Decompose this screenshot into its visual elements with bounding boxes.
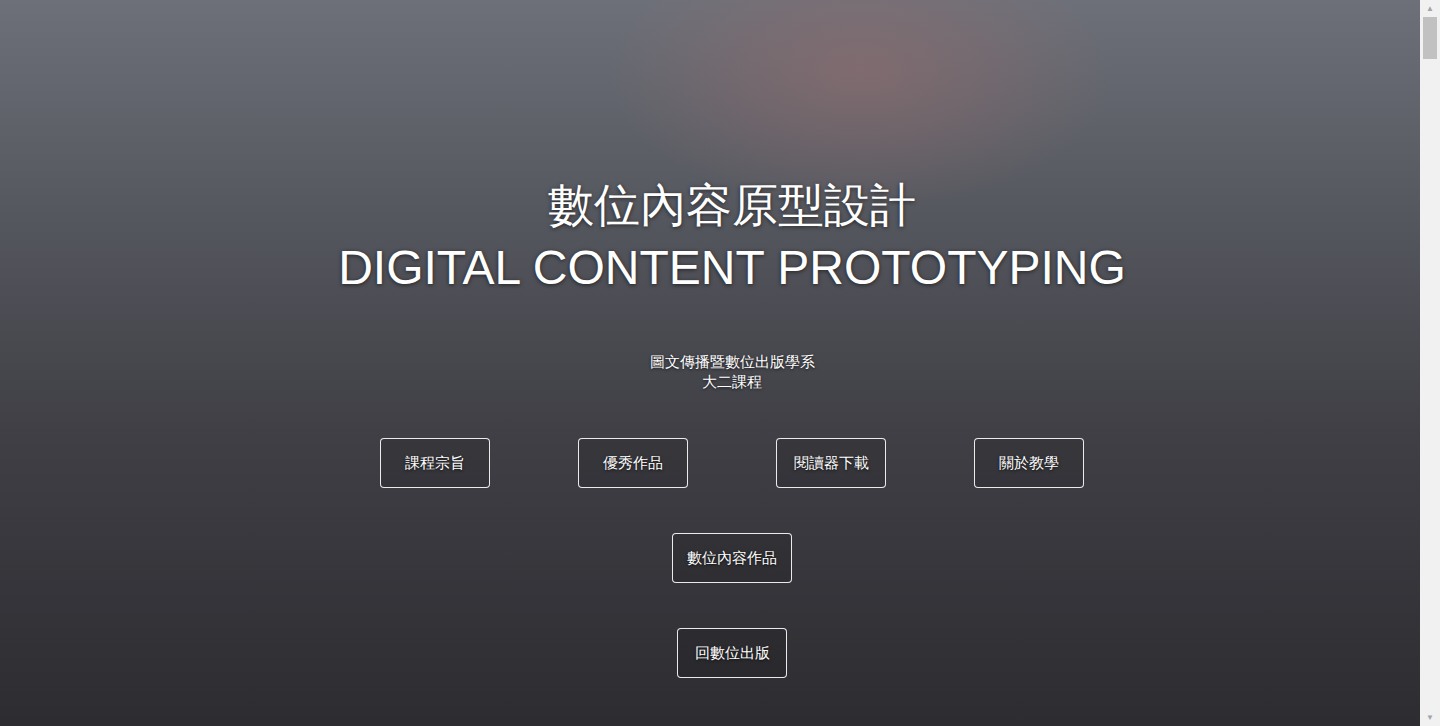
scrollbar-track[interactable] [1420,17,1440,709]
scrollbar-thumb[interactable] [1423,17,1437,59]
nav-row: 數位內容作品 [672,533,792,583]
nav-button[interactable]: 閱讀器下載 [776,438,886,488]
department-name: 圖文傳播暨數位出版學系 [650,352,815,372]
scrollbar[interactable]: ▲▼ [1420,0,1440,726]
nav-button[interactable]: 優秀作品 [578,438,688,488]
nav-row: 回數位出版 [677,628,787,678]
page-title: 數位內容原型設計 [548,178,916,233]
nav-button[interactable]: 回數位出版 [677,628,787,678]
nav-row: 課程宗旨 優秀作品 閱讀器下載 關於教學 [380,438,1084,488]
scroll-up-icon[interactable]: ▲ [1420,0,1440,17]
hero-content: 數位內容原型設計 DIGITAL CONTENT PROTOTYPING 圖文傳播暨… [0,0,1420,726]
background-photo: 數位內容原型設計 DIGITAL CONTENT PROTOTYPING 圖文傳播暨… [0,0,1420,726]
nav-button[interactable]: 數位內容作品 [672,533,792,583]
nav-button[interactable]: 課程宗旨 [380,438,490,488]
nav-button[interactable]: 關於教學 [974,438,1084,488]
course-info: 圖文傳播暨數位出版學系大二課程 [650,352,815,392]
course-level: 大二課程 [650,372,815,392]
page: 數位內容原型設計 DIGITAL CONTENT PROTOTYPING 圖文傳播暨… [0,0,1440,726]
page-subtitle: DIGITAL CONTENT PROTOTYPING [338,239,1126,297]
scroll-down-icon[interactable]: ▼ [1420,709,1440,726]
